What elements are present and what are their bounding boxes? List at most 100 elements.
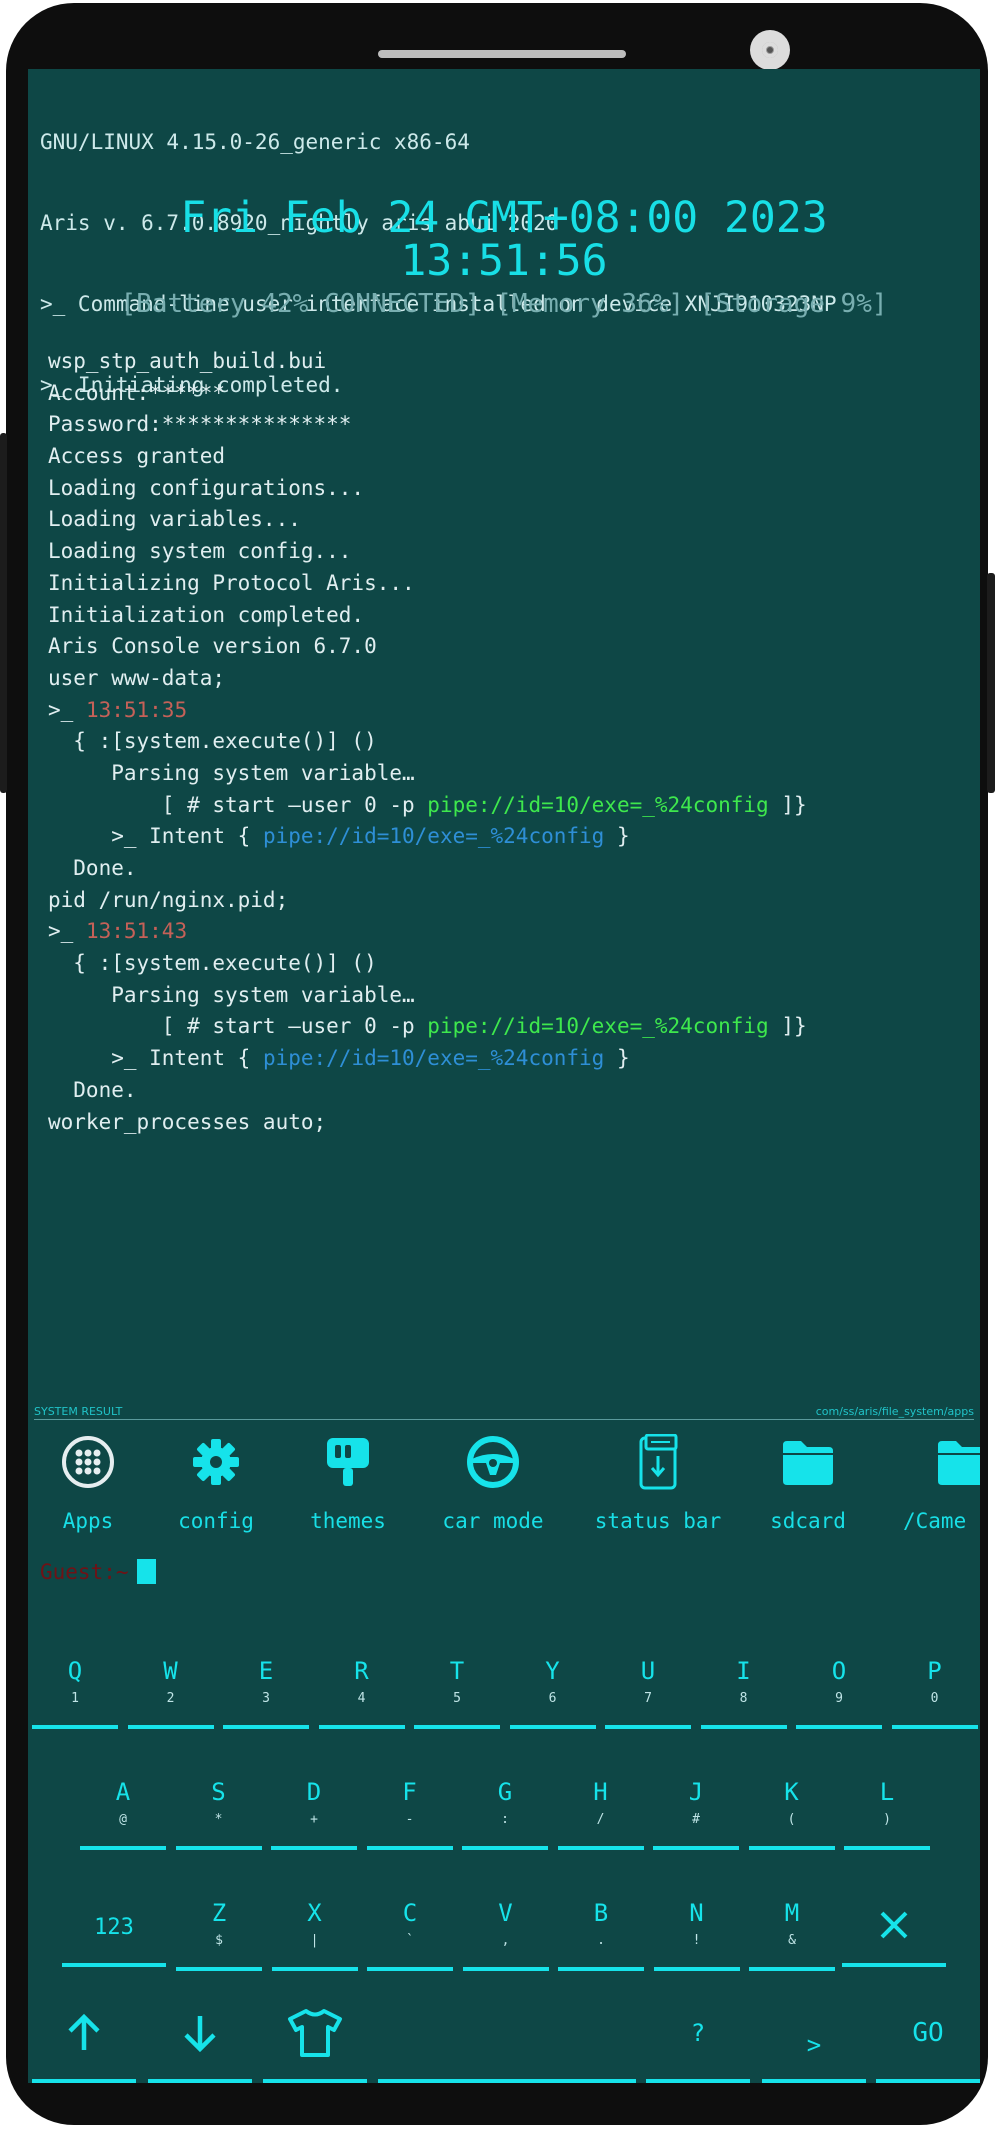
- app-camera-folder[interactable]: /Came: [903, 1433, 980, 1533]
- key-label: Y: [545, 1657, 560, 1685]
- key-alt-label: 1: [71, 1691, 79, 1706]
- app-apps[interactable]: Apps: [50, 1433, 126, 1533]
- log-text: Done.: [48, 1077, 137, 1102]
- key-f[interactable]: F-: [366, 1764, 453, 1854]
- key-n[interactable]: N!: [653, 1885, 740, 1975]
- key-label: R: [354, 1657, 369, 1685]
- log-line: Initializing Protocol Aris...: [48, 568, 807, 600]
- key-label: P: [927, 1657, 942, 1685]
- numeric-key[interactable]: 123: [62, 1885, 166, 1971]
- keyboard: ? > GO 123 Q1W2E3R4T5Y6U7I8O 9 P 0 A @ S…: [28, 1619, 980, 2083]
- key-label: F: [402, 1778, 417, 1806]
- key-c[interactable]: C `: [367, 1885, 453, 1975]
- key-d[interactable]: D +: [271, 1764, 357, 1854]
- space-key[interactable]: [378, 2007, 636, 2083]
- gear-icon: [166, 1433, 266, 1491]
- backspace-key[interactable]: [842, 1885, 946, 1971]
- key-label: X: [307, 1899, 322, 1927]
- tshirt-icon: [263, 2007, 367, 2059]
- theme-key[interactable]: [263, 2007, 367, 2083]
- folder-icon: [753, 1433, 863, 1491]
- key-q[interactable]: Q1: [32, 1643, 118, 1733]
- key-alt-label: 7: [644, 1691, 652, 1706]
- key-label: W: [163, 1657, 178, 1685]
- app-car-mode[interactable]: car mode: [428, 1433, 558, 1533]
- key-m[interactable]: M &: [749, 1885, 835, 1975]
- folder-icon: [908, 1433, 980, 1491]
- key-h[interactable]: H /: [557, 1764, 644, 1854]
- key-s[interactable]: S *: [175, 1764, 262, 1854]
- key-u[interactable]: U7: [605, 1643, 691, 1733]
- key-g[interactable]: G:: [462, 1764, 548, 1854]
- system-result-bar: SYSTEM RESULT com/ss/aris/file_system/ap…: [34, 1405, 974, 1420]
- log-text: Parsing system variable…: [48, 982, 415, 1007]
- key-label: V: [498, 1899, 513, 1927]
- key-alt-label: *: [214, 1812, 223, 1827]
- go-key[interactable]: GO: [876, 2007, 980, 2083]
- key-r[interactable]: R4: [318, 1643, 405, 1733]
- earpiece-speaker: [378, 50, 626, 58]
- key-p[interactable]: P0: [891, 1643, 978, 1733]
- apps-grid-icon: [50, 1433, 126, 1491]
- shift-down-key[interactable]: [148, 2007, 252, 2083]
- command-prompt[interactable]: Guest:~: [40, 1559, 156, 1584]
- text-cursor: [136, 1559, 156, 1584]
- key-i[interactable]: I8: [700, 1643, 787, 1733]
- log-text: { :[system.execute()] (): [48, 951, 377, 976]
- log-text: Initializing Protocol Aris...: [48, 570, 415, 595]
- app-label: /Came: [903, 1509, 967, 1533]
- key-alt-label: ,: [501, 1933, 510, 1948]
- key-t[interactable]: T5: [414, 1643, 500, 1733]
- log-line: Aris Console version 6.7.0: [48, 631, 807, 663]
- log-line: Done.: [48, 853, 807, 885]
- log-highlight: pipe://id=10/exe=_%24config: [427, 792, 769, 817]
- key-alt-label: `: [406, 1933, 414, 1948]
- shift-up-key[interactable]: [32, 2007, 136, 2083]
- key-label: K: [784, 1778, 799, 1806]
- log-text: ]}: [768, 792, 807, 817]
- log-text: Loading system config...: [48, 539, 352, 564]
- device-stats: [Battery 42% CONNECTED] [Memory 36%] [St…: [120, 289, 888, 319]
- log-text: pid /run/nginx.pid;: [48, 887, 289, 912]
- app-status-bar[interactable]: status bar: [588, 1433, 728, 1533]
- key-o[interactable]: O9: [796, 1643, 882, 1733]
- log-text: wsp_stp_auth_build.bui: [48, 349, 327, 373]
- key-e[interactable]: E3: [223, 1643, 309, 1733]
- key-w[interactable]: W2: [127, 1643, 214, 1733]
- key-j[interactable]: J #: [653, 1764, 739, 1854]
- log-text: user www-data;: [48, 665, 226, 690]
- key-x[interactable]: X |: [271, 1885, 358, 1975]
- key-label: A: [115, 1778, 131, 1806]
- key-label: D: [306, 1778, 322, 1806]
- log-text: ]}: [768, 1014, 807, 1039]
- log-line: [ # start —user 0 -p pipe://id=10/exe=_%…: [48, 1011, 807, 1043]
- key-alt-label: 5: [453, 1691, 461, 1706]
- key-b[interactable]: B.: [558, 1885, 644, 1975]
- app-label: Apps: [62, 1509, 114, 1533]
- paint-roller-icon: [298, 1433, 398, 1491]
- app-config[interactable]: config: [166, 1433, 266, 1533]
- key-label: N: [689, 1899, 704, 1927]
- key-z[interactable]: Z $: [176, 1885, 262, 1975]
- phone-status-icon: [588, 1433, 728, 1491]
- log-line: Access granted: [48, 441, 807, 473]
- app-themes[interactable]: themes: [298, 1433, 398, 1533]
- question-key[interactable]: ?: [646, 2007, 750, 2083]
- key-l[interactable]: L): [844, 1764, 930, 1854]
- key-alt-label: :: [501, 1812, 509, 1827]
- greater-than-key[interactable]: >: [762, 2007, 866, 2083]
- key-alt-label: ): [883, 1812, 891, 1827]
- key-a[interactable]: A @: [80, 1764, 166, 1854]
- key-alt-label: $: [215, 1933, 223, 1948]
- log-highlight: pipe://id=10/exe=_%24config: [427, 1014, 769, 1039]
- app-sdcard[interactable]: sdcard: [753, 1433, 863, 1533]
- log-text: Loading variables...: [48, 507, 301, 532]
- key-k[interactable]: K(: [748, 1764, 835, 1854]
- key-y[interactable]: Y6: [509, 1643, 596, 1733]
- key-v[interactable]: V,: [462, 1885, 549, 1975]
- key-alt-label: 6: [548, 1691, 557, 1706]
- app-label: themes: [310, 1509, 386, 1533]
- log-line: [ # start —user 0 -p pipe://id=10/exe=_%…: [48, 790, 807, 822]
- key-alt-label: &: [788, 1933, 796, 1948]
- key-label: I: [736, 1657, 751, 1685]
